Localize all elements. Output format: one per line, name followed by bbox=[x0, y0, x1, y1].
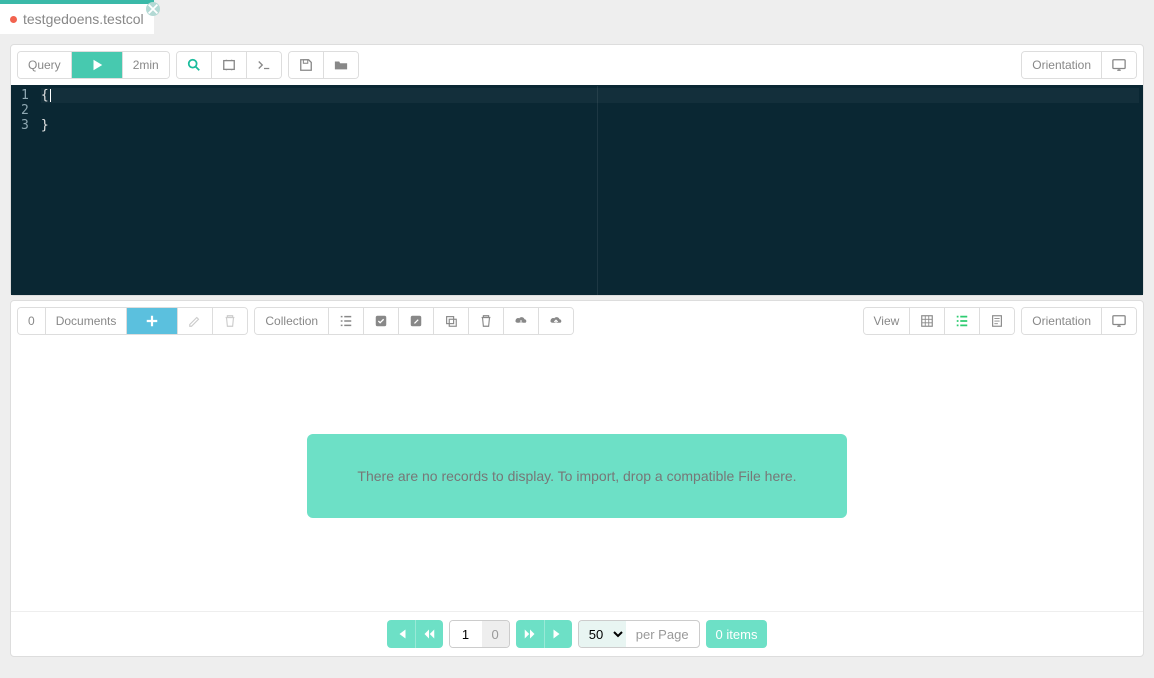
tab-bar: testgedoens.testcol bbox=[0, 0, 1154, 34]
query-file-group bbox=[288, 51, 359, 79]
page-size-select[interactable]: 50 bbox=[579, 621, 626, 647]
documents-count: 0 bbox=[18, 308, 46, 334]
query-label: Query bbox=[18, 52, 72, 78]
per-page-label: per Page bbox=[626, 621, 699, 647]
query-run-group: Query 2min bbox=[17, 51, 170, 79]
documents-add-group: 0 Documents bbox=[17, 307, 248, 335]
edit-document-button bbox=[178, 308, 213, 334]
query-editor[interactable]: 123 { } bbox=[11, 85, 1143, 295]
query-tools-group bbox=[176, 51, 282, 79]
items-count: 0 items bbox=[706, 620, 768, 648]
orientation-label: Orientation bbox=[1022, 52, 1102, 78]
collection-copy-button[interactable] bbox=[434, 308, 469, 334]
view-list-button[interactable] bbox=[945, 308, 980, 334]
collection-group: Collection bbox=[254, 307, 574, 335]
view-table-button[interactable] bbox=[910, 308, 945, 334]
prev-page-button[interactable] bbox=[415, 620, 443, 648]
docs-orientation-group: Orientation bbox=[1021, 307, 1137, 335]
tab-testgedoens[interactable]: testgedoens.testcol bbox=[0, 0, 154, 34]
pager: 0 50 per Page 0 items bbox=[11, 611, 1143, 656]
documents-toolbar: 0 Documents Collection bbox=[11, 301, 1143, 341]
next-page-button[interactable] bbox=[516, 620, 544, 648]
last-page-button[interactable] bbox=[544, 620, 572, 648]
close-tab-icon[interactable] bbox=[146, 2, 160, 16]
query-toolbar: Query 2min bbox=[11, 45, 1143, 85]
console-button[interactable] bbox=[247, 52, 281, 78]
docs-orientation-button[interactable] bbox=[1102, 308, 1136, 334]
add-document-button[interactable] bbox=[127, 308, 178, 334]
collection-label: Collection bbox=[255, 308, 329, 334]
docs-orientation-label: Orientation bbox=[1022, 308, 1102, 334]
editor-code[interactable]: { } bbox=[37, 86, 1143, 295]
documents-panel: 0 Documents Collection bbox=[10, 300, 1144, 657]
collection-clear-button[interactable] bbox=[469, 308, 504, 334]
results-area[interactable]: There are no records to display. To impo… bbox=[11, 341, 1143, 611]
documents-label: Documents bbox=[46, 308, 128, 334]
view-label: View bbox=[864, 308, 911, 334]
empty-message: There are no records to display. To impo… bbox=[307, 434, 846, 518]
save-button[interactable] bbox=[289, 52, 324, 78]
query-panel: Query 2min bbox=[10, 44, 1144, 296]
first-page-button[interactable] bbox=[387, 620, 415, 648]
page-input[interactable] bbox=[450, 621, 482, 647]
collection-export-button[interactable] bbox=[539, 308, 573, 334]
tab-title: testgedoens.testcol bbox=[23, 11, 144, 27]
orientation-button[interactable] bbox=[1102, 52, 1136, 78]
collection-validate-button[interactable] bbox=[364, 308, 399, 334]
total-pages: 0 bbox=[482, 621, 509, 647]
collection-list-button[interactable] bbox=[329, 308, 364, 334]
explain-button[interactable] bbox=[177, 52, 212, 78]
collection-import-button[interactable] bbox=[504, 308, 539, 334]
view-group: View bbox=[863, 307, 1016, 335]
collection-rename-button[interactable] bbox=[399, 308, 434, 334]
history-button[interactable] bbox=[212, 52, 247, 78]
open-button[interactable] bbox=[324, 52, 358, 78]
modified-indicator-icon bbox=[10, 16, 17, 23]
view-json-button[interactable] bbox=[980, 308, 1014, 334]
timeout-label[interactable]: 2min bbox=[123, 52, 169, 78]
delete-document-button bbox=[213, 308, 247, 334]
editor-gutter: 123 bbox=[11, 86, 37, 295]
run-query-button[interactable] bbox=[72, 52, 123, 78]
orientation-group: Orientation bbox=[1021, 51, 1137, 79]
